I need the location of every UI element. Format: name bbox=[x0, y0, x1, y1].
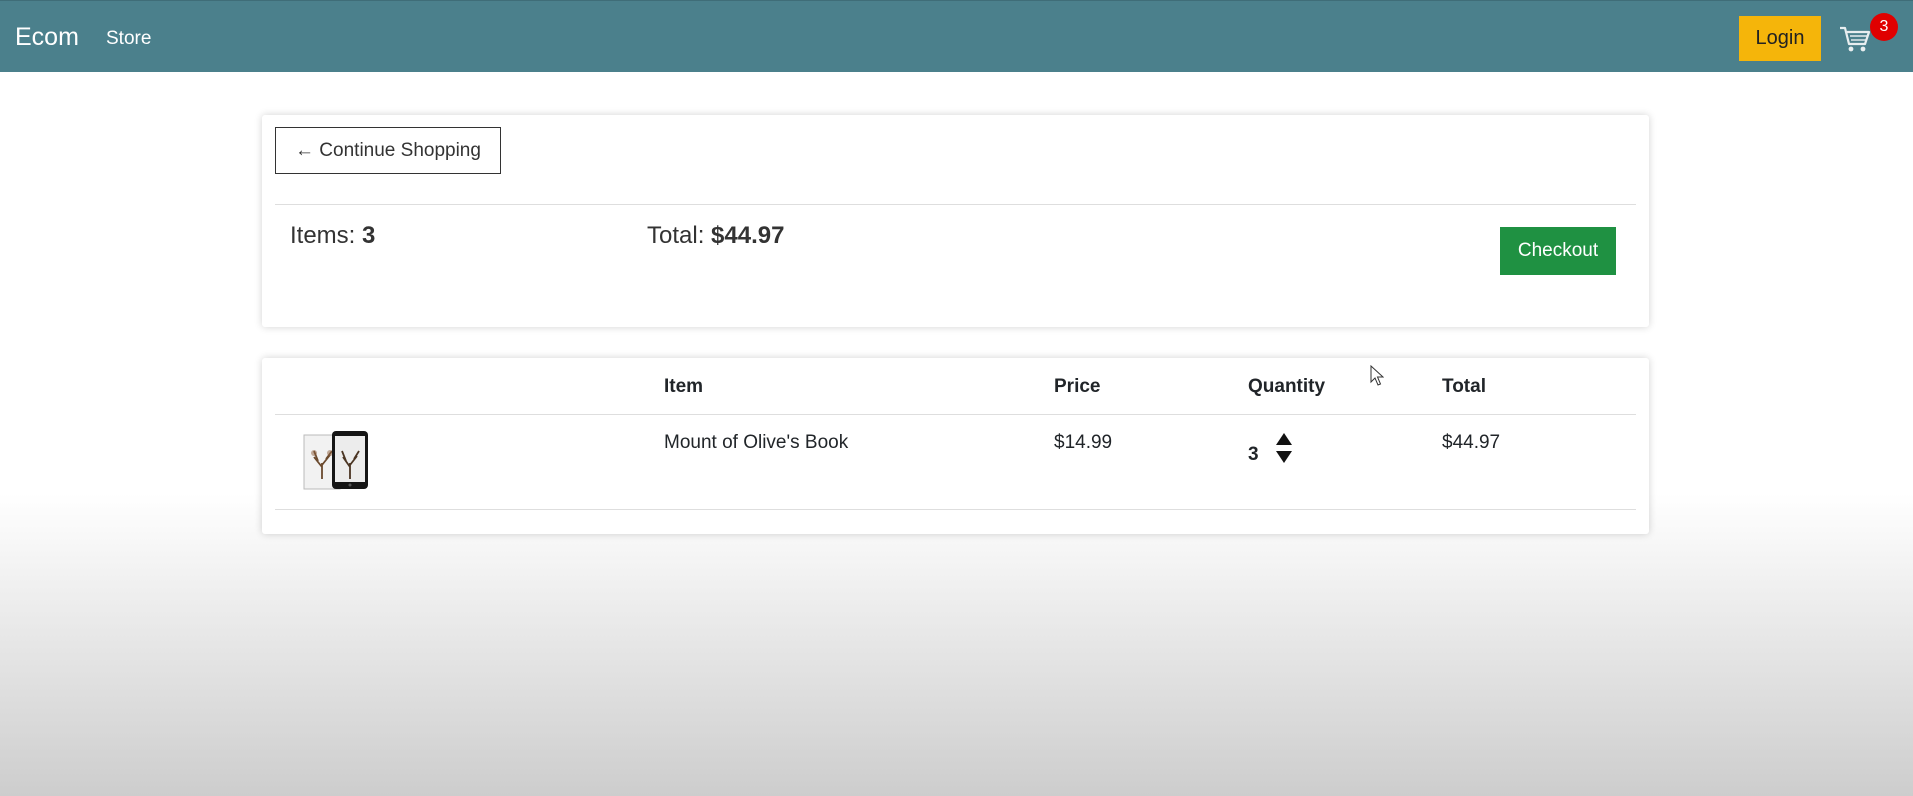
continue-shopping-button[interactable]: ← Continue Shopping bbox=[275, 127, 501, 174]
header-total: Total bbox=[1442, 376, 1486, 397]
header-item: Item bbox=[664, 376, 704, 397]
mouse-cursor-icon bbox=[1370, 365, 1384, 386]
nav-link-store[interactable]: Store bbox=[106, 28, 151, 50]
item-name: Mount of Olive's Book bbox=[664, 432, 849, 453]
cart-count-badge: 3 bbox=[1870, 13, 1898, 41]
login-button[interactable]: Login bbox=[1739, 16, 1821, 61]
item-total: $44.97 bbox=[1442, 432, 1501, 453]
cart-icon[interactable] bbox=[1838, 22, 1872, 56]
quantity-decrease-arrow-icon[interactable] bbox=[1276, 451, 1292, 463]
items-count: Items: 3 bbox=[290, 222, 375, 250]
cart-items-card: Item Price Quantity Total Mount of Olive… bbox=[262, 358, 1649, 534]
top-navbar: Ecom Store Login 3 bbox=[0, 0, 1913, 72]
header-price: Price bbox=[1054, 376, 1101, 397]
brand-logo[interactable]: Ecom bbox=[15, 23, 79, 52]
items-value: 3 bbox=[362, 222, 376, 249]
quantity-increase-arrow-icon[interactable] bbox=[1276, 433, 1292, 445]
header-quantity: Quantity bbox=[1248, 376, 1326, 397]
checkout-button[interactable]: Checkout bbox=[1500, 227, 1616, 275]
summary-divider bbox=[275, 204, 1636, 205]
cart-summary-card: ← Continue Shopping Items: 3 Total: $44.… bbox=[262, 115, 1649, 327]
items-label: Items: bbox=[290, 222, 356, 249]
header-divider bbox=[275, 414, 1636, 415]
order-total: Total: $44.97 bbox=[647, 222, 784, 250]
total-value: $44.97 bbox=[711, 222, 785, 249]
item-price: $14.99 bbox=[1054, 432, 1113, 453]
total-label: Total: bbox=[647, 222, 705, 249]
row-divider bbox=[275, 509, 1636, 510]
book-thumbnail bbox=[303, 431, 368, 490]
item-quantity: 3 bbox=[1248, 444, 1259, 465]
